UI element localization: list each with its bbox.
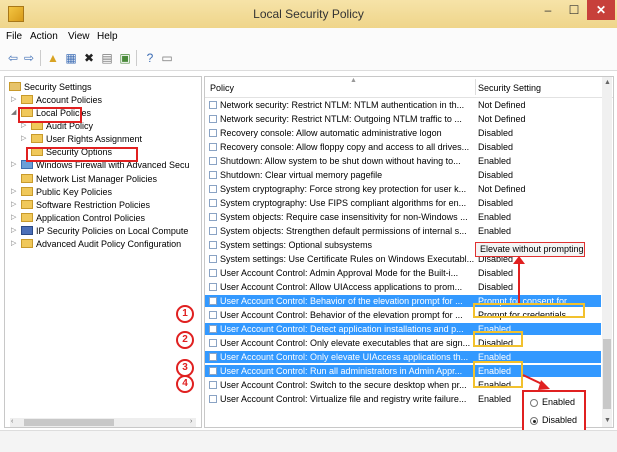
radio-disabled-label: Disabled bbox=[542, 415, 578, 425]
annotation-arrows bbox=[513, 256, 550, 390]
radio-enabled-label: Enabled bbox=[542, 397, 576, 407]
status-bar bbox=[0, 430, 617, 452]
enabled-disabled-options: Enabled Disabled bbox=[522, 390, 586, 432]
step-number-2: 2 bbox=[176, 331, 194, 349]
step-number-1: 1 bbox=[176, 305, 194, 323]
step-number-4: 4 bbox=[176, 375, 194, 393]
radio-disabled[interactable] bbox=[530, 417, 538, 425]
radio-enabled[interactable] bbox=[530, 399, 538, 407]
